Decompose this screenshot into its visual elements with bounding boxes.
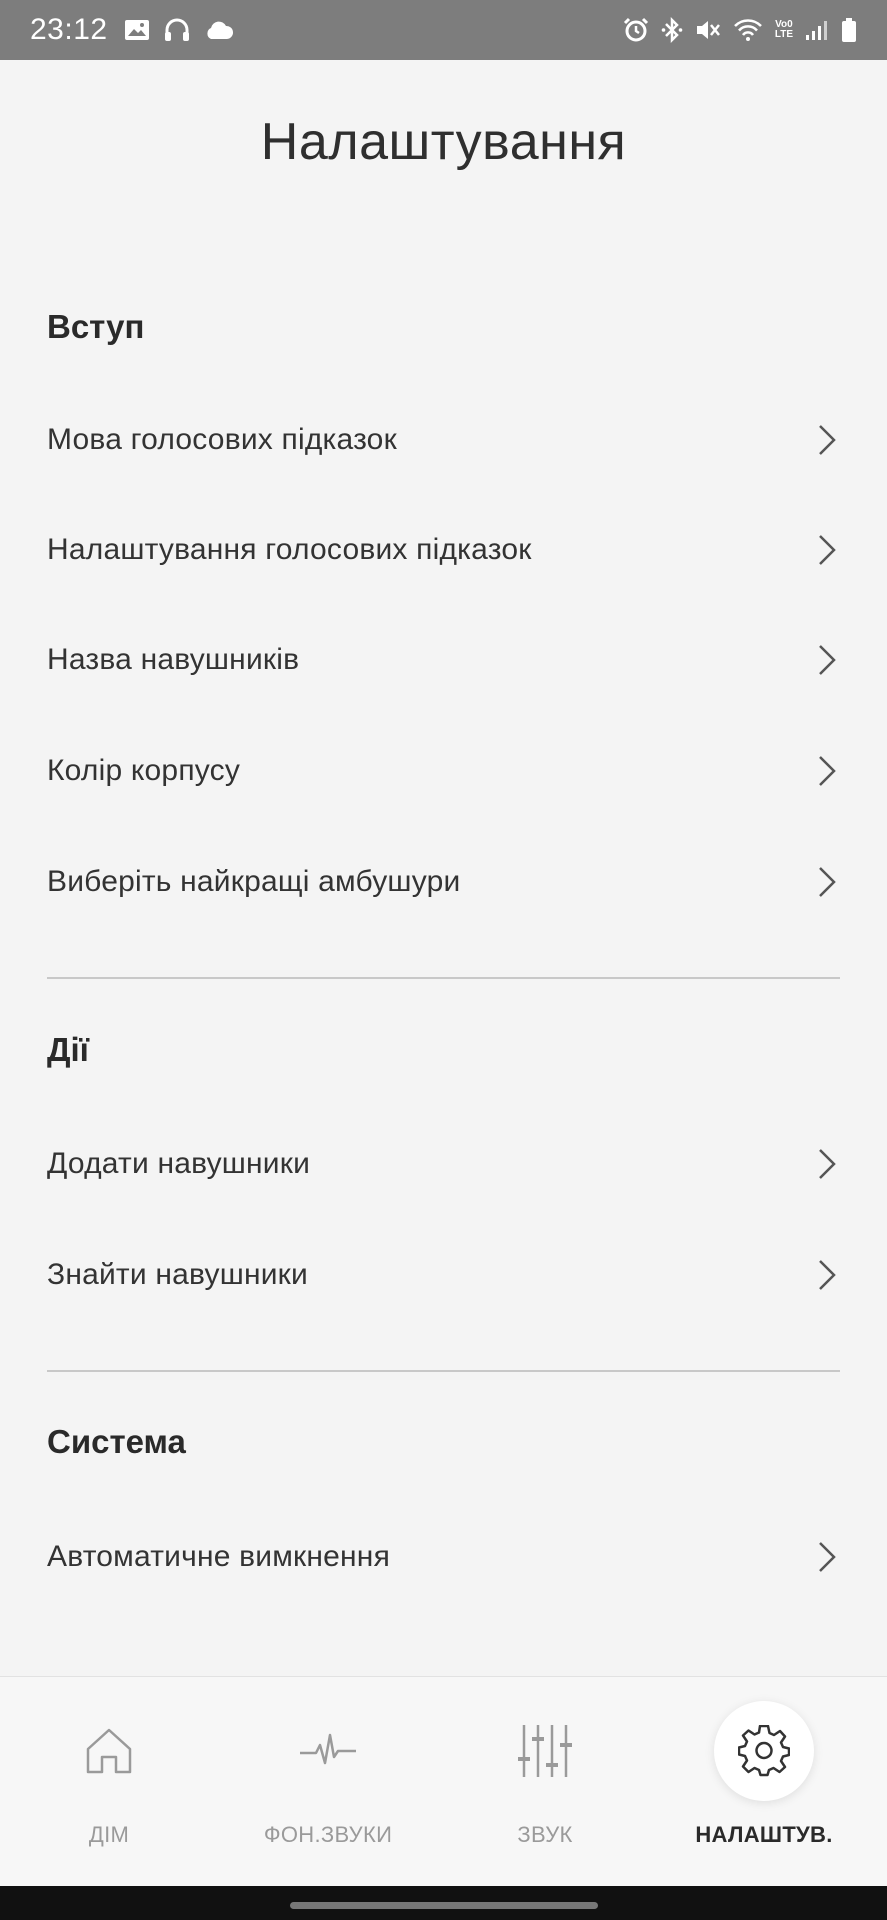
nav-label-home: ДІМ xyxy=(88,1822,130,1847)
settings-item-label: Додати навушники xyxy=(47,1147,311,1180)
nav-item-ambient-sounds[interactable]: ФОН.ЗВУКИ xyxy=(228,1676,428,1886)
settings-item-headphones-name[interactable]: Назва навушників xyxy=(47,620,837,700)
waveform-icon xyxy=(228,1716,428,1786)
settings-item-voice-prompt-language[interactable]: Мова голосових підказок xyxy=(47,400,837,480)
nav-settings-icon-holder xyxy=(664,1701,864,1801)
home-icon xyxy=(9,1716,209,1786)
chevron-right-icon xyxy=(817,643,837,677)
status-bar: 23:12 Vo0 LTE xyxy=(0,0,887,60)
settings-item-find-headphones[interactable]: Знайти навушники xyxy=(47,1235,837,1315)
nav-label-ambient-sounds: ФОН.ЗВУКИ xyxy=(263,1822,393,1847)
settings-item-label: Мова голосових підказок xyxy=(47,423,397,456)
chevron-right-icon xyxy=(817,1147,837,1181)
section-divider xyxy=(47,977,840,979)
chevron-right-icon xyxy=(817,533,837,567)
chevron-right-icon xyxy=(817,754,837,788)
bluetooth-icon xyxy=(661,17,683,43)
section-heading-intro: Вступ xyxy=(47,308,145,345)
chevron-right-icon xyxy=(817,865,837,899)
settings-item-auto-off[interactable]: Автоматичне вимкнення xyxy=(47,1517,837,1597)
settings-item-label: Знайти навушники xyxy=(47,1258,308,1291)
nav-label-sound: ЗВУК xyxy=(517,1822,573,1847)
system-navigation-area xyxy=(0,1886,887,1920)
bottom-nav: ДІМ ФОН.ЗВУКИ ЗВУК НАЛАШТУВ. xyxy=(0,1676,887,1886)
chevron-right-icon xyxy=(817,1540,837,1574)
alarm-icon xyxy=(623,17,649,43)
volte-bottom-label: LTE xyxy=(774,29,793,40)
settings-item-add-headphones[interactable]: Додати навушники xyxy=(47,1124,837,1204)
settings-item-voice-prompt-settings[interactable]: Налаштування голосових підказок xyxy=(47,510,837,590)
page-title: Налаштування xyxy=(260,113,627,171)
nav-label-settings: НАЛАШТУВ. xyxy=(695,1822,833,1847)
settings-item-label: Налаштування голосових підказок xyxy=(47,533,532,566)
settings-item-case-color[interactable]: Колір корпусу xyxy=(47,731,837,811)
volte-icon: Vo0 LTE xyxy=(775,20,793,40)
section-divider xyxy=(47,1370,840,1372)
status-time: 23:12 xyxy=(30,13,108,46)
section-heading-actions: Дії xyxy=(47,1031,89,1068)
headphones-icon xyxy=(164,18,190,42)
signal-icon xyxy=(805,19,829,41)
chevron-right-icon xyxy=(817,1258,837,1292)
settings-item-label: Автоматичне вимкнення xyxy=(47,1540,391,1573)
settings-item-label: Назва навушників xyxy=(47,643,300,676)
section-heading-system: Система xyxy=(47,1423,186,1460)
equalizer-icon xyxy=(445,1716,645,1786)
wifi-icon xyxy=(733,18,763,42)
gallery-icon xyxy=(124,19,150,41)
nav-item-settings[interactable]: НАЛАШТУВ. xyxy=(664,1676,864,1886)
nav-item-sound[interactable]: ЗВУК xyxy=(445,1676,645,1886)
gesture-handle[interactable] xyxy=(290,1902,598,1909)
chevron-right-icon xyxy=(817,423,837,457)
battery-icon xyxy=(841,17,857,43)
settings-item-label: Колір корпусу xyxy=(47,754,241,787)
cloud-icon xyxy=(204,20,234,40)
gear-icon xyxy=(714,1701,814,1801)
settings-item-best-ear-tips[interactable]: Виберіть найкращі амбушури xyxy=(47,842,837,922)
settings-item-label: Виберіть найкращі амбушури xyxy=(47,865,461,898)
nav-item-home[interactable]: ДІМ xyxy=(9,1676,209,1886)
mute-icon xyxy=(695,18,721,42)
status-right-icons: Vo0 LTE xyxy=(623,17,857,43)
status-left-icons xyxy=(124,18,234,42)
